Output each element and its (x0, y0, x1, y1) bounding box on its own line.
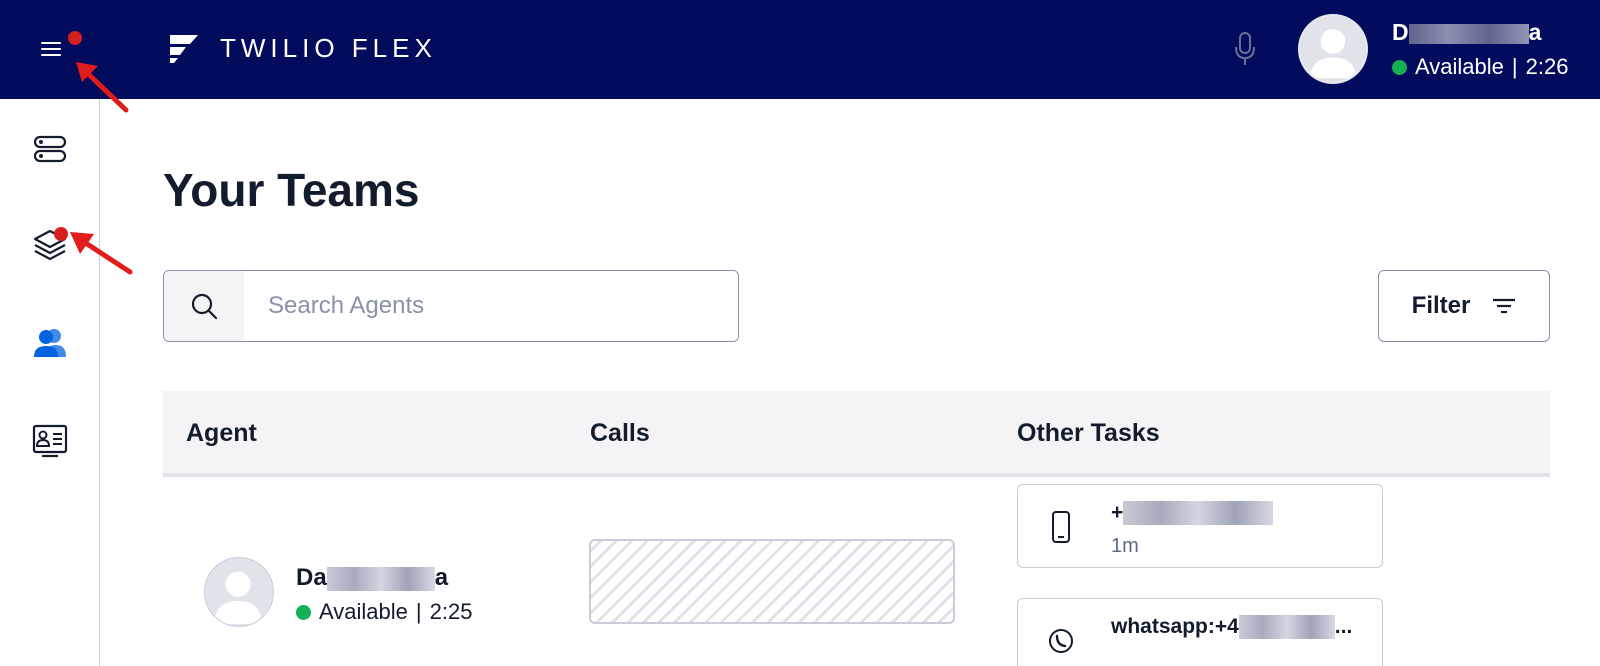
status-available-dot (1392, 59, 1407, 75)
avatar-silhouette-icon (1309, 29, 1357, 79)
brand-name: TWILIO FLEX (220, 32, 437, 63)
sidebar-item-agent-card[interactable] (28, 419, 72, 463)
phone-icon (1052, 511, 1070, 543)
main-content: Your Teams Filter Agent Calls Other Task… (100, 99, 1600, 666)
filter-lines-icon (1493, 298, 1516, 314)
menu-line (41, 48, 61, 50)
separator: | (415, 599, 422, 624)
redacted-text (1238, 615, 1335, 640)
task-title: whatsapp:+4... (1111, 615, 1353, 640)
whatsapp-icon (1049, 629, 1073, 653)
agent-status: Available | 2:25 (296, 599, 472, 625)
filter-label: Filter (1411, 292, 1471, 319)
status-available-dot (296, 604, 311, 620)
search-box (163, 270, 739, 342)
agent-avatar (204, 557, 274, 627)
column-header-calls[interactable]: Calls (590, 419, 650, 448)
queues-icon (33, 135, 67, 163)
redacted-text (1123, 501, 1274, 526)
search-icon (191, 293, 218, 320)
agent-name[interactable]: Da a (296, 564, 448, 592)
annotation-marker (68, 31, 82, 45)
flex-logo-icon (170, 35, 198, 63)
menu-line (41, 42, 61, 44)
user-name-start: D (1392, 19, 1409, 45)
avatar-silhouette-icon (213, 571, 263, 625)
brand: TWILIO FLEX (168, 30, 437, 66)
task-card[interactable]: whatsapp:+4... (1017, 598, 1383, 666)
agent-status-timer: 2:25 (429, 599, 473, 624)
separator: | (1511, 54, 1518, 79)
user-name: Da (1392, 19, 1541, 46)
microphone-icon[interactable] (1232, 31, 1258, 67)
menu-line (41, 54, 61, 56)
page-title: Your Teams (163, 164, 420, 216)
status-label: Available (1415, 54, 1504, 79)
sidebar-item-teams[interactable] (28, 321, 72, 365)
column-header-other-tasks[interactable]: Other Tasks (1017, 419, 1160, 448)
status-timer: 2:26 (1525, 54, 1569, 79)
search-input[interactable] (244, 271, 738, 341)
task-card[interactable]: + 1m (1017, 484, 1383, 568)
user-status[interactable]: Available | 2:26 (1392, 54, 1568, 80)
task-title-end: ... (1334, 615, 1353, 638)
agent-card-icon (32, 424, 68, 458)
sidebar (0, 99, 100, 666)
teams-icon (34, 329, 66, 357)
task-title: + (1111, 501, 1274, 526)
redacted-text (1408, 23, 1529, 44)
table-header: Agent Calls Other Tasks (163, 391, 1550, 477)
calls-empty-placeholder (589, 539, 955, 624)
column-header-agent[interactable]: Agent (186, 419, 257, 448)
top-bar: TWILIO FLEX Da Available | 2:26 (0, 0, 1600, 99)
hamburger-menu-button[interactable] (34, 33, 68, 63)
user-avatar[interactable] (1298, 14, 1368, 84)
filter-button[interactable]: Filter (1378, 270, 1550, 342)
user-name-end: a (1528, 19, 1542, 45)
search-icon-box (164, 271, 244, 341)
agent-name-start: Da (296, 564, 327, 591)
agent-name-end: a (434, 564, 449, 591)
task-title-start: + (1111, 501, 1124, 524)
agent-status-label: Available (319, 599, 408, 624)
sidebar-item-queues[interactable] (28, 127, 72, 171)
redacted-text (326, 566, 435, 591)
task-title-start: whatsapp:+4 (1111, 615, 1239, 638)
task-duration: 1m (1111, 535, 1139, 557)
